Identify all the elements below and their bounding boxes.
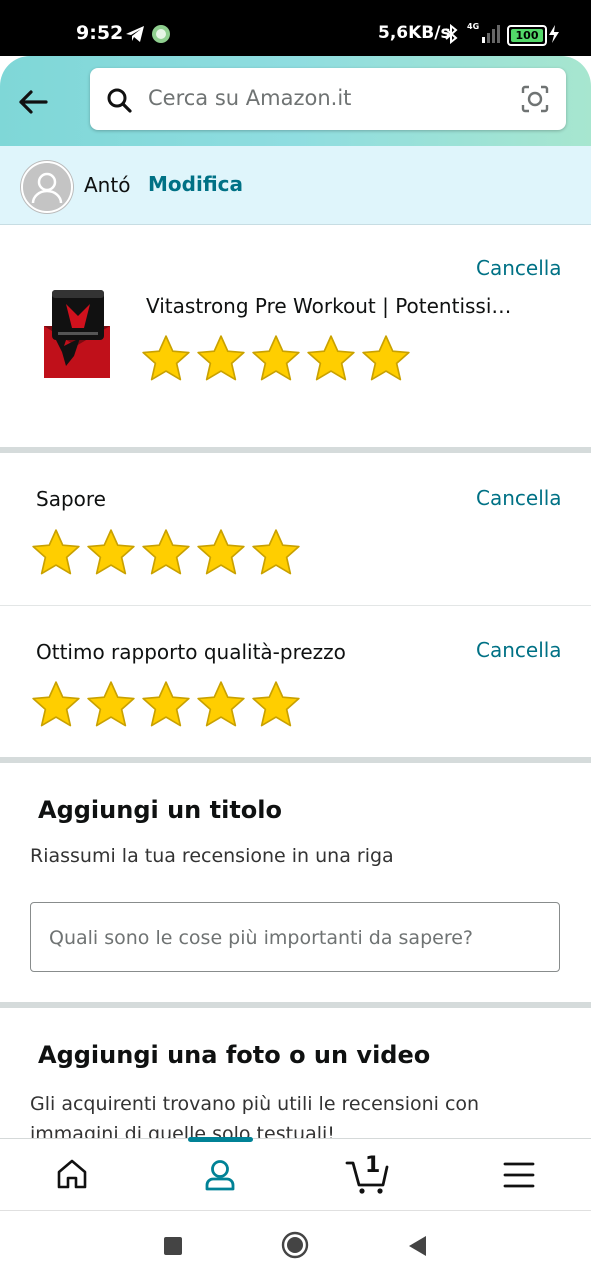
- system-navigation-bar: [0, 1210, 591, 1281]
- search-icon: [107, 88, 132, 113]
- section-divider: [0, 1002, 591, 1008]
- attribute-label-flavor: Sapore: [36, 487, 106, 511]
- bottom-navigation: 1: [0, 1137, 591, 1211]
- product-star-rating[interactable]: [140, 333, 412, 385]
- home-system-icon[interactable]: [281, 1231, 309, 1259]
- charging-icon: [549, 25, 559, 43]
- product-title: Vitastrong Pre Workout | Potentissi…: [146, 294, 512, 318]
- add-title-heading: Aggiungi un titolo: [38, 796, 282, 824]
- flavor-star-rating[interactable]: [30, 527, 302, 579]
- star-icon[interactable]: [195, 679, 247, 731]
- product-image: [44, 290, 110, 378]
- avatar: [21, 161, 73, 213]
- edit-profile-link[interactable]: Modifica: [148, 172, 243, 196]
- search-placeholder: Cerca su Amazon.it: [148, 86, 352, 110]
- star-icon[interactable]: [305, 333, 357, 385]
- review-title-input[interactable]: Quali sono le cose più importanti da sap…: [30, 902, 560, 972]
- camera-search-icon[interactable]: [520, 84, 550, 114]
- bluetooth-icon: [445, 23, 458, 45]
- home-icon[interactable]: [55, 1157, 89, 1191]
- profile-icon[interactable]: [202, 1157, 238, 1193]
- active-tab-indicator: [188, 1137, 253, 1142]
- battery-level: 100: [511, 29, 543, 42]
- section-divider: [0, 757, 591, 763]
- row-divider: [0, 605, 591, 606]
- value-cancel-link[interactable]: Cancella: [476, 638, 562, 662]
- recents-icon[interactable]: [163, 1236, 183, 1256]
- profile-name: Antó: [84, 173, 131, 197]
- review-title-placeholder: Quali sono le cose più importanti da sap…: [49, 927, 473, 949]
- star-icon[interactable]: [140, 333, 192, 385]
- profile-bar: Antó Modifica: [0, 146, 591, 225]
- star-icon[interactable]: [30, 527, 82, 579]
- back-arrow-icon[interactable]: [14, 82, 54, 122]
- star-icon[interactable]: [140, 679, 192, 731]
- star-icon[interactable]: [85, 679, 137, 731]
- star-icon[interactable]: [195, 333, 247, 385]
- star-icon[interactable]: [195, 527, 247, 579]
- product-cancel-link[interactable]: Cancella: [476, 256, 562, 280]
- star-icon[interactable]: [140, 527, 192, 579]
- search-input[interactable]: Cerca su Amazon.it: [90, 68, 566, 130]
- star-icon[interactable]: [360, 333, 412, 385]
- star-icon[interactable]: [250, 679, 302, 731]
- star-icon[interactable]: [250, 333, 302, 385]
- status-bar: 9:52 5,6KB/s 4G 100: [0, 0, 591, 56]
- value-star-rating[interactable]: [30, 679, 302, 731]
- telegram-icon: [126, 26, 144, 42]
- menu-icon[interactable]: [503, 1161, 535, 1189]
- star-icon[interactable]: [250, 527, 302, 579]
- user-avatar-icon: [23, 163, 71, 211]
- attribute-label-value: Ottimo rapporto qualità-prezzo: [36, 640, 346, 664]
- status-time: 9:52: [76, 22, 124, 44]
- star-icon[interactable]: [30, 679, 82, 731]
- app-notification-icon: [152, 25, 170, 43]
- signal-icon: [482, 25, 500, 43]
- section-divider: [0, 447, 591, 453]
- add-title-subtitle: Riassumi la tua recensione in una riga: [30, 845, 394, 867]
- add-media-heading: Aggiungi una foto o un video: [38, 1041, 431, 1069]
- flavor-cancel-link[interactable]: Cancella: [476, 486, 562, 510]
- star-icon[interactable]: [85, 527, 137, 579]
- cart-count: 1: [365, 1153, 381, 1178]
- back-system-icon[interactable]: [406, 1234, 428, 1258]
- battery-icon: 100: [507, 25, 547, 46]
